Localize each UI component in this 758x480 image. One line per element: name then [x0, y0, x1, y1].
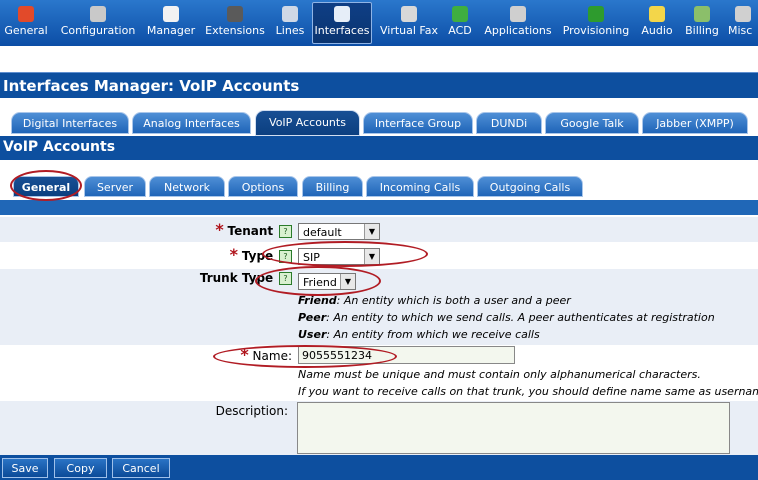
tenant-value: default — [303, 226, 342, 239]
tab-options[interactable]: Options — [228, 176, 298, 197]
toolbar-item-billing[interactable]: Billing — [682, 0, 722, 46]
friend-text: : An entity which is both a user and a p… — [336, 294, 571, 307]
chevron-down-icon: ▼ — [364, 224, 379, 239]
highlight-ellipse — [10, 170, 82, 201]
name-hint-1: Name must be unique and must contain onl… — [298, 368, 701, 381]
main-toolbar: General Configuration Manager Extensions… — [0, 0, 758, 46]
billing-icon — [694, 6, 710, 22]
help-icon[interactable]: ? — [279, 225, 292, 238]
toolbar-label: Applications — [484, 24, 552, 37]
friend-description: Friend: An entity which is both a user a… — [298, 294, 571, 307]
highlight-ellipse — [255, 266, 381, 296]
section-title: VoIP Accounts — [3, 139, 116, 155]
user-term: User — [298, 328, 327, 341]
toolbar-label: General — [4, 24, 48, 37]
toolbar-label: Billing — [685, 24, 719, 37]
tenant-label-wrap: * Tenant ? — [170, 220, 292, 239]
action-bar: Save Copy Cancel — [0, 455, 758, 480]
peer-description: Peer: An entity to which we send calls. … — [298, 311, 715, 324]
tab-voip-accounts[interactable]: VoIP Accounts — [255, 110, 360, 136]
wrench-icon — [90, 6, 106, 22]
toolbar-item-general[interactable]: General — [2, 0, 50, 46]
tenant-select[interactable]: default ▼ — [298, 223, 380, 240]
page-header: Interfaces Manager: VoIP Accounts — [0, 72, 758, 99]
toolbar-item-acd[interactable]: ACD — [444, 0, 476, 46]
tab-google-talk[interactable]: Google Talk — [545, 112, 639, 134]
description-textarea[interactable] — [297, 402, 730, 454]
user-description: User: An entity from which we receive ca… — [298, 328, 540, 341]
toolbar-label: Provisioning — [562, 24, 630, 37]
tab-analog-interfaces[interactable]: Analog Interfaces — [132, 112, 251, 134]
toolbar-item-audio[interactable]: Audio — [638, 0, 676, 46]
general-icon — [18, 6, 34, 22]
toolbar-label: Extensions — [205, 24, 265, 37]
tab-digital-interfaces[interactable]: Digital Interfaces — [11, 112, 129, 134]
tab-server[interactable]: Server — [84, 176, 146, 197]
section-header: VoIP Accounts — [0, 136, 758, 160]
toolbar-item-lines[interactable]: Lines — [272, 0, 308, 46]
tab-network[interactable]: Network — [149, 176, 225, 197]
highlight-ellipse — [213, 345, 397, 368]
toolbar-label: Virtual Fax — [379, 24, 438, 37]
required-marker: * — [215, 220, 224, 239]
toolbar-item-misc[interactable]: Misc — [728, 0, 758, 46]
peer-text: : An entity to which we send calls. A pe… — [326, 311, 715, 324]
description-row: Description: — [0, 401, 758, 455]
interface-icon — [334, 6, 350, 22]
highlight-ellipse — [262, 241, 428, 267]
toolbar-label: Misc — [728, 24, 753, 37]
tab-dundi[interactable]: DUNDi — [476, 112, 542, 134]
user-text: : An entity from which we receive calls — [326, 328, 540, 341]
toolbar-item-interfaces[interactable]: Interfaces — [312, 2, 372, 44]
calendar-icon — [163, 6, 179, 22]
misc-icon — [735, 6, 751, 22]
toolbar-label: Manager — [146, 24, 196, 37]
tab-incoming-calls[interactable]: Incoming Calls — [366, 176, 474, 197]
toolbar-item-manager[interactable]: Manager — [145, 0, 197, 46]
form-top-bar — [0, 200, 758, 215]
interface-tabs: Digital Interfaces Analog Interfaces VoI… — [0, 98, 758, 136]
phones-icon — [282, 6, 298, 22]
page-title: Interfaces Manager: VoIP Accounts — [3, 77, 300, 95]
voip-subtabs: General Server Network Options Billing I… — [0, 160, 758, 200]
fax-icon — [401, 6, 417, 22]
toolbar-item-provisioning[interactable]: Provisioning — [560, 0, 632, 46]
acd-icon — [452, 6, 468, 22]
description-label: Description: — [215, 404, 288, 418]
speaker-icon — [649, 6, 665, 22]
toolbar-label: ACD — [448, 24, 472, 37]
toolbar-label: Interfaces — [314, 24, 370, 37]
tenant-row: * Tenant ? default ▼ — [0, 217, 758, 242]
tab-interface-group[interactable]: Interface Group — [363, 112, 473, 134]
tab-jabber-xmpp[interactable]: Jabber (XMPP) — [642, 112, 748, 134]
copy-button[interactable]: Copy — [54, 458, 107, 478]
toolbar-item-configuration[interactable]: Configuration — [56, 0, 140, 46]
cancel-button[interactable]: Cancel — [112, 458, 170, 478]
required-marker: * — [229, 245, 239, 264]
tenant-label: Tenant — [227, 224, 274, 238]
toolbar-item-applications[interactable]: Applications — [482, 0, 554, 46]
peer-term: Peer — [298, 311, 327, 324]
book-icon — [227, 6, 243, 22]
tab-billing[interactable]: Billing — [302, 176, 363, 197]
name-hint-2: If you want to receive calls on that tru… — [298, 385, 758, 398]
provisioning-icon — [588, 6, 604, 22]
toolbar-item-virtual-fax[interactable]: Virtual Fax — [378, 0, 440, 46]
toolbar-item-extensions[interactable]: Extensions — [205, 0, 265, 46]
toolbar-label: Configuration — [60, 24, 136, 37]
tools-icon — [510, 6, 526, 22]
toolbar-label: Lines — [275, 24, 305, 37]
tab-outgoing-calls[interactable]: Outgoing Calls — [477, 176, 583, 197]
toolbar-label: Audio — [641, 24, 673, 37]
save-button[interactable]: Save — [2, 458, 48, 478]
